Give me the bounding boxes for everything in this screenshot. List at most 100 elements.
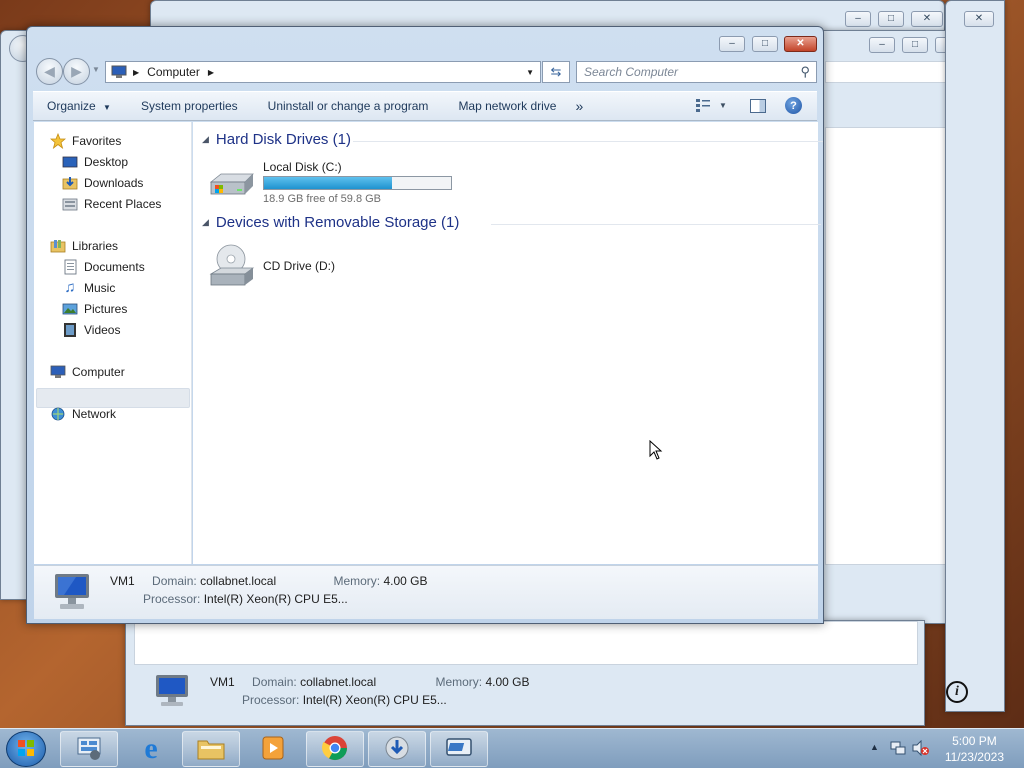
search-placeholder: Search Computer bbox=[584, 65, 679, 79]
minimize-button[interactable]: – bbox=[869, 37, 895, 53]
search-input[interactable]: Search Computer ⚲ bbox=[576, 61, 817, 83]
breadcrumb-computer[interactable]: Computer bbox=[147, 65, 200, 79]
pictures-icon bbox=[62, 301, 78, 317]
details-pane: VM1 Domain: collabnet.local Memory: 4.00… bbox=[34, 565, 818, 619]
refresh-button[interactable]: ⇆ bbox=[542, 61, 570, 83]
breadcrumb-separator-icon[interactable]: ▶ bbox=[208, 68, 214, 77]
maximize-button[interactable]: □ bbox=[902, 37, 928, 53]
remote-desktop-icon bbox=[444, 736, 474, 763]
nav-downloads[interactable]: Downloads bbox=[62, 174, 143, 192]
background-content bbox=[134, 621, 918, 665]
star-icon bbox=[49, 132, 67, 150]
group-header-hard-disks[interactable]: ◢ Hard Disk Drives (1) bbox=[202, 131, 351, 148]
disk-usage-bar bbox=[263, 176, 452, 190]
documents-icon bbox=[62, 259, 78, 275]
disk-usage-fill bbox=[264, 177, 392, 189]
taskbar-remote-desktop[interactable] bbox=[430, 731, 488, 767]
taskbar-chrome[interactable] bbox=[306, 731, 364, 767]
local-disk-free: 18.9 GB free of 59.8 GB bbox=[263, 193, 382, 205]
nav-computer[interactable]: Computer bbox=[50, 363, 125, 381]
volume-muted-icon[interactable] bbox=[912, 739, 930, 757]
bg-processor-label: Processor: bbox=[242, 693, 300, 707]
system-properties-button[interactable]: System properties bbox=[126, 99, 253, 113]
info-icon[interactable]: i bbox=[946, 681, 968, 703]
network-icon bbox=[50, 406, 66, 422]
organize-menu[interactable]: Organize ▼ bbox=[33, 99, 126, 113]
videos-icon bbox=[62, 322, 78, 338]
close-button[interactable]: ✕ bbox=[964, 11, 994, 27]
taskbar-file-explorer[interactable] bbox=[182, 731, 240, 767]
clock[interactable]: 5:00 PM 11/23/2023 bbox=[945, 733, 1004, 765]
help-icon[interactable]: ? bbox=[785, 97, 802, 114]
back-arrow-icon: ◀ bbox=[44, 63, 55, 79]
memory-value: 4.00 GB bbox=[383, 574, 428, 588]
preview-pane-icon[interactable] bbox=[750, 99, 766, 113]
navigation-pane: Favorites Desktop Downloads Recent Place… bbox=[34, 122, 192, 564]
recent-pages-chevron-icon[interactable]: ▼ bbox=[92, 65, 100, 74]
collapse-icon: ◢ bbox=[202, 217, 209, 227]
computer-icon bbox=[111, 65, 127, 79]
background-window-outer: ✕ i bbox=[945, 0, 1005, 712]
processor-label: Processor: bbox=[143, 592, 201, 606]
minimize-button[interactable]: – bbox=[845, 11, 871, 27]
collapse-icon: ◢ bbox=[202, 134, 209, 144]
taskbar-update-installer[interactable] bbox=[368, 731, 426, 767]
chevron-down-icon: ▼ bbox=[719, 100, 727, 110]
group-divider bbox=[491, 224, 821, 225]
network-tray-icon[interactable] bbox=[890, 740, 906, 756]
bg-computer-name: VM1 bbox=[210, 675, 235, 689]
group-divider bbox=[353, 141, 823, 142]
uninstall-program-button[interactable]: Uninstall or change a program bbox=[253, 99, 444, 113]
media-player-icon bbox=[260, 735, 286, 764]
cd-drive-item[interactable]: CD Drive (D:) bbox=[207, 244, 407, 292]
nav-recent-places[interactable]: Recent Places bbox=[62, 195, 161, 213]
taskbar-media-player[interactable] bbox=[244, 731, 302, 767]
close-button[interactable]: ✕ bbox=[911, 11, 943, 27]
taskbar-internet-explorer[interactable]: e bbox=[122, 731, 180, 767]
view-icon bbox=[695, 98, 711, 112]
computer-large-icon bbox=[50, 572, 96, 612]
clock-time: 5:00 PM bbox=[952, 734, 997, 748]
nav-documents[interactable]: Documents bbox=[62, 258, 145, 276]
maximize-button[interactable]: □ bbox=[878, 11, 904, 27]
local-disk-item[interactable]: Local Disk (C:) 18.9 GB free of 59.8 GB bbox=[207, 160, 457, 210]
mouse-cursor-icon bbox=[649, 439, 663, 460]
hard-disk-icon bbox=[207, 168, 255, 200]
nav-favorites[interactable]: Favorites bbox=[49, 132, 121, 150]
close-button[interactable]: ✕ bbox=[784, 36, 817, 52]
maximize-button[interactable]: □ bbox=[752, 36, 778, 52]
more-commands-button[interactable]: » bbox=[571, 98, 598, 114]
nav-pictures[interactable]: Pictures bbox=[62, 300, 127, 318]
computer-icon bbox=[50, 364, 66, 380]
chrome-icon bbox=[321, 734, 349, 765]
refresh-icon: ⇆ bbox=[550, 64, 562, 79]
taskbar-server-manager[interactable] bbox=[60, 731, 118, 767]
minimize-button[interactable]: – bbox=[719, 36, 745, 52]
address-bar[interactable]: ▶ Computer ▶ ▼ bbox=[105, 61, 541, 83]
breadcrumb-separator-icon[interactable]: ▶ bbox=[133, 68, 139, 77]
nav-libraries[interactable]: Libraries bbox=[50, 237, 118, 255]
change-view-button[interactable]: ▼ bbox=[695, 98, 727, 112]
installer-icon bbox=[383, 734, 411, 765]
forward-button[interactable]: ▶ bbox=[63, 58, 90, 85]
internet-explorer-icon: e bbox=[144, 732, 158, 765]
show-hidden-icons-icon[interactable]: ▲ bbox=[870, 742, 879, 752]
nav-desktop[interactable]: Desktop bbox=[62, 153, 128, 171]
libraries-icon bbox=[50, 238, 66, 254]
back-button[interactable]: ◀ bbox=[36, 58, 63, 85]
downloads-icon bbox=[62, 175, 78, 191]
address-dropdown-icon[interactable]: ▼ bbox=[526, 68, 534, 77]
nav-network[interactable]: Network bbox=[50, 405, 116, 423]
start-button[interactable] bbox=[6, 731, 46, 767]
nav-music[interactable]: ♫ Music bbox=[62, 279, 115, 297]
taskbar: e ▲ 5:00 PM 11/23/2023 bbox=[0, 728, 1024, 768]
map-network-drive-button[interactable]: Map network drive bbox=[443, 99, 571, 113]
group-header-removable[interactable]: ◢ Devices with Removable Storage (1) bbox=[202, 214, 459, 231]
desktop-icon bbox=[62, 154, 78, 170]
memory-label: Memory: bbox=[333, 574, 381, 588]
bg-computer-icon bbox=[152, 673, 196, 709]
nav-videos[interactable]: Videos bbox=[62, 321, 120, 339]
background-search-box[interactable]: ⚲ bbox=[825, 61, 965, 83]
domain-label: Domain: bbox=[152, 574, 197, 588]
computer-name: VM1 bbox=[110, 574, 135, 588]
